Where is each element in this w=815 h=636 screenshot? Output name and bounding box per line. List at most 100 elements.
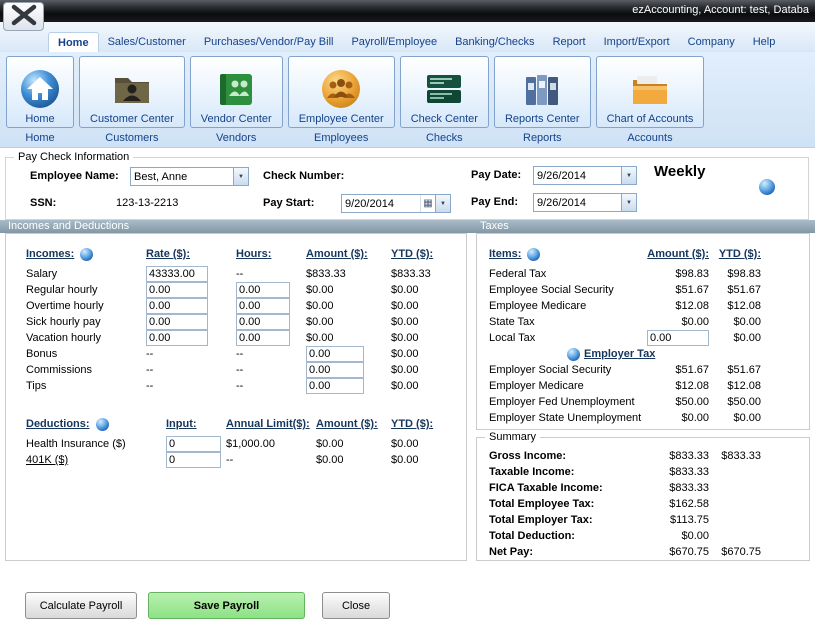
tax-label: Employer Fed Unemployment <box>489 396 651 408</box>
income-amount: $833.33 <box>306 268 391 280</box>
pay-date-label: Pay Date: <box>471 169 521 181</box>
employee-name-select[interactable]: Best, Anne ▼ <box>130 167 249 186</box>
401k-input[interactable] <box>166 452 221 468</box>
bonus-amount-input[interactable] <box>306 346 364 362</box>
health-insurance-input[interactable] <box>166 436 221 452</box>
customer-center-button[interactable]: Customer Center <box>79 56 185 128</box>
employer-tax-label: Employer Tax <box>584 348 655 360</box>
income-label: Bonus <box>26 348 146 360</box>
incomes-deductions-header: Incomes and Deductions <box>8 220 129 233</box>
tab-import-export[interactable]: Import/Export <box>595 32 679 52</box>
help-globe-icon[interactable] <box>527 248 540 261</box>
summary-label: FICA Taxable Income: <box>489 482 651 494</box>
close-button[interactable]: Close <box>322 592 390 619</box>
income-ytd: $0.00 <box>391 316 468 328</box>
income-amount: $0.00 <box>306 300 391 312</box>
tab-payroll-employee[interactable]: Payroll/Employee <box>342 32 446 52</box>
income-row-regular-hourly: Regular hourly $0.00 $0.00 <box>6 282 466 298</box>
income-amount: $0.00 <box>306 284 391 296</box>
help-globe-icon[interactable] <box>80 248 93 261</box>
income-amount: $0.00 <box>306 332 391 344</box>
pay-start-value: 9/20/2014 <box>342 198 420 210</box>
tab-home[interactable]: Home <box>48 32 99 52</box>
summary-row-taxable-income: Taxable Income: $833.33 <box>477 464 809 480</box>
vacation-hourly-hours-input[interactable] <box>236 330 290 346</box>
tips-amount-input[interactable] <box>306 378 364 394</box>
vacation-hourly-rate-input[interactable] <box>146 330 208 346</box>
pay-start-datepicker[interactable]: 9/20/2014 ▦ ▼ <box>341 194 451 213</box>
summary-amount: $113.75 <box>651 514 709 526</box>
tax-amount: $0.00 <box>651 316 709 328</box>
salary-rate-input[interactable] <box>146 266 208 282</box>
tab-report[interactable]: Report <box>544 32 595 52</box>
app-logo-button[interactable] <box>3 2 44 31</box>
employee-center-button[interactable]: Employee Center <box>288 56 395 128</box>
sick-hourly-hours-input[interactable] <box>236 314 290 330</box>
chart-of-accounts-button[interactable]: Chart of Accounts <box>596 56 705 128</box>
ssn-label: SSN: <box>30 197 56 209</box>
input-column-header: Input: <box>166 418 197 430</box>
incomes-deductions-panel: Incomes: Rate ($): Hours: Amount ($): YT… <box>5 233 467 561</box>
overtime-hourly-hours-input[interactable] <box>236 298 290 314</box>
paycheck-section-title: Pay Check Information <box>14 151 133 163</box>
check-center-label: Check Center <box>411 113 478 125</box>
taxes-panel: Items: Amount ($): YTD ($): Federal Tax … <box>476 233 810 430</box>
sick-hourly-rate-input[interactable] <box>146 314 208 330</box>
overtime-hourly-rate-input[interactable] <box>146 298 208 314</box>
deduction-amount: $0.00 <box>316 438 391 450</box>
tab-help[interactable]: Help <box>744 32 785 52</box>
summary-amount: $833.33 <box>651 450 709 462</box>
tax-ytd: $51.67 <box>709 284 761 296</box>
summary-row-fica-taxable-income: FICA Taxable Income: $833.33 <box>477 480 809 496</box>
summary-ytd: $670.75 <box>709 546 761 558</box>
check-center-button[interactable]: Check Center <box>400 56 489 128</box>
toolbar-vendor-group: Vendor Center Vendors <box>190 56 283 144</box>
income-rate: -- <box>146 364 236 376</box>
regular-hourly-rate-input[interactable] <box>146 282 208 298</box>
income-hours: -- <box>236 380 306 392</box>
summary-label: Total Employer Tax: <box>489 514 651 526</box>
pay-date-select[interactable]: 9/26/2014 ▼ <box>533 166 637 185</box>
income-row-bonus: Bonus -- -- $0.00 <box>6 346 466 362</box>
deductions-column-header: Deductions: <box>26 418 90 430</box>
tab-sales-customer[interactable]: Sales/Customer <box>99 32 195 52</box>
window-title: ezAccounting, Account: test, Databa <box>632 4 809 16</box>
tax-row-employee-medicare: Employee Medicare $12.08 $12.08 <box>477 298 809 314</box>
reports-center-button[interactable]: Reports Center <box>494 56 591 128</box>
tax-amount: $98.83 <box>651 268 709 280</box>
income-label: Overtime hourly <box>26 300 146 312</box>
income-ytd: $0.00 <box>391 300 468 312</box>
commissions-amount-input[interactable] <box>306 362 364 378</box>
tab-company[interactable]: Company <box>679 32 744 52</box>
summary-label: Net Pay: <box>489 546 651 558</box>
help-globe-icon[interactable] <box>567 348 580 361</box>
deduction-label: 401K ($) <box>26 454 166 466</box>
income-hours: -- <box>236 364 306 376</box>
rate-column-header: Rate ($): <box>146 248 190 260</box>
local-tax-input[interactable] <box>647 330 709 346</box>
pay-date-value: 9/26/2014 <box>534 170 621 182</box>
pay-end-select[interactable]: 9/26/2014 ▼ <box>533 193 637 212</box>
employee-center-label: Employee Center <box>299 113 384 125</box>
vendor-center-button[interactable]: Vendor Center <box>190 56 283 128</box>
calculate-payroll-button[interactable]: Calculate Payroll <box>25 592 137 619</box>
tax-amount: $12.08 <box>651 380 709 392</box>
tax-row-employer-medicare: Employer Medicare $12.08 $12.08 <box>477 378 809 394</box>
deduction-amount: $0.00 <box>316 454 391 466</box>
tab-purchases-vendor-pay-bill[interactable]: Purchases/Vendor/Pay Bill <box>195 32 343 52</box>
tax-label: Federal Tax <box>489 268 651 280</box>
home-button[interactable]: Home <box>6 56 74 128</box>
regular-hourly-hours-input[interactable] <box>236 282 290 298</box>
help-globe-icon[interactable] <box>759 179 775 195</box>
main-toolbar: Home Home Customer Center Customers <box>0 52 815 148</box>
tax-amount: $12.08 <box>651 300 709 312</box>
save-payroll-button[interactable]: Save Payroll <box>148 592 305 619</box>
tax-amount: $51.67 <box>651 364 709 376</box>
check-number-input[interactable] <box>346 168 446 185</box>
tab-banking-checks[interactable]: Banking/Checks <box>446 32 544 52</box>
deduction-limit: -- <box>226 454 316 466</box>
deduction-row-health-insurance: Health Insurance ($) $1,000.00 $0.00 $0.… <box>6 436 466 452</box>
help-globe-icon[interactable] <box>96 418 109 431</box>
income-ytd: $0.00 <box>391 364 468 376</box>
summary-row-total-deduction: Total Deduction: $0.00 <box>477 528 809 544</box>
